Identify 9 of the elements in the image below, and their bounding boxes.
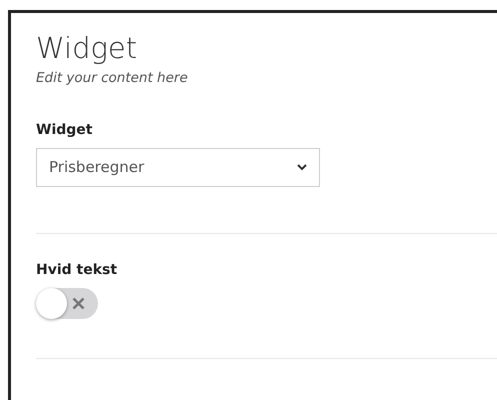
field-label: Hvid tekst [36, 261, 118, 280]
panel-title: Widget [36, 33, 138, 65]
panel-subtitle: Edit your content here [36, 68, 189, 88]
chevron-down-icon [297, 164, 307, 172]
select-field[interactable]: Prisberegner [36, 148, 320, 188]
close-icon [72, 297, 85, 310]
select-value: Prisberegner [49, 157, 144, 178]
field-label: Widget [36, 121, 94, 140]
toggle-switch[interactable] [36, 288, 98, 320]
